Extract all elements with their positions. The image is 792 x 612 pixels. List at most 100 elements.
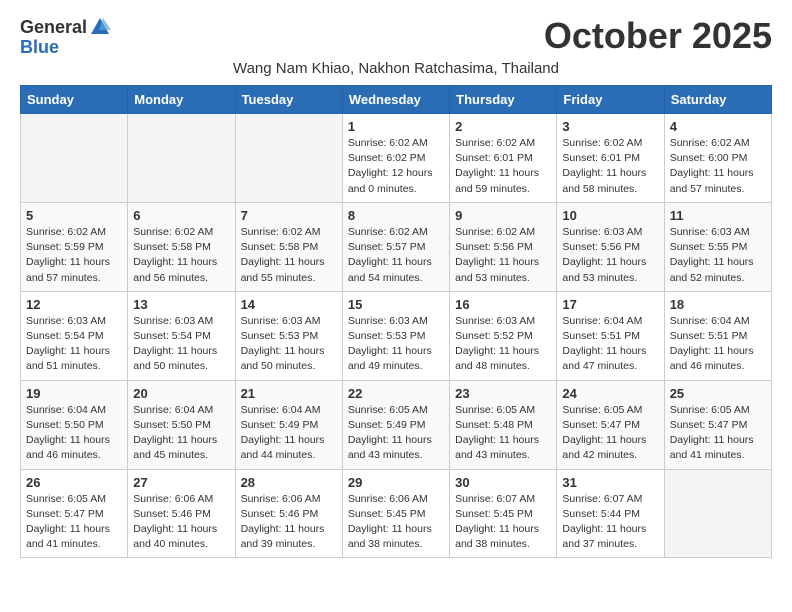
calendar-cell: [21, 114, 128, 203]
calendar-cell: 3 Sunrise: 6:02 AMSunset: 6:01 PMDaylight…: [557, 114, 664, 203]
logo-icon: [89, 16, 111, 38]
day-number: 18: [670, 297, 766, 312]
weekday-header-sunday: Sunday: [21, 86, 128, 114]
calendar-cell: 17 Sunrise: 6:04 AMSunset: 5:51 PMDayligh…: [557, 291, 664, 380]
weekday-header-thursday: Thursday: [450, 86, 557, 114]
day-number: 17: [562, 297, 658, 312]
day-info: Sunrise: 6:04 AMSunset: 5:51 PMDaylight:…: [562, 314, 658, 375]
day-info: Sunrise: 6:04 AMSunset: 5:50 PMDaylight:…: [26, 403, 122, 464]
day-info: Sunrise: 6:05 AMSunset: 5:48 PMDaylight:…: [455, 403, 551, 464]
day-number: 23: [455, 386, 551, 401]
calendar-cell: 14 Sunrise: 6:03 AMSunset: 5:53 PMDayligh…: [235, 291, 342, 380]
day-info: Sunrise: 6:02 AMSunset: 6:01 PMDaylight:…: [455, 136, 551, 197]
calendar-week-row: 19 Sunrise: 6:04 AMSunset: 5:50 PMDayligh…: [21, 380, 772, 469]
month-title: October 2025: [544, 16, 772, 56]
day-info: Sunrise: 6:03 AMSunset: 5:52 PMDaylight:…: [455, 314, 551, 375]
day-number: 6: [133, 208, 229, 223]
day-info: Sunrise: 6:02 AMSunset: 5:58 PMDaylight:…: [133, 225, 229, 286]
day-number: 28: [241, 475, 337, 490]
calendar-cell: 30Sunrise: 6:07 AMSunset: 5:45 PMDayligh…: [450, 469, 557, 558]
day-info: Sunrise: 6:03 AMSunset: 5:53 PMDaylight:…: [241, 314, 337, 375]
day-info: Sunrise: 6:06 AMSunset: 5:45 PMDaylight:…: [348, 492, 444, 553]
day-number: 21: [241, 386, 337, 401]
day-info: Sunrise: 6:06 AMSunset: 5:46 PMDaylight:…: [241, 492, 337, 553]
day-number: 27: [133, 475, 229, 490]
day-number: 3: [562, 119, 658, 134]
day-info: Sunrise: 6:07 AMSunset: 5:45 PMDaylight:…: [455, 492, 551, 553]
calendar-cell: 8Sunrise: 6:02 AMSunset: 5:57 PMDaylight…: [342, 202, 449, 291]
weekday-header-wednesday: Wednesday: [342, 86, 449, 114]
day-info: Sunrise: 6:04 AMSunset: 5:49 PMDaylight:…: [241, 403, 337, 464]
day-number: 20: [133, 386, 229, 401]
calendar-cell: 12Sunrise: 6:03 AMSunset: 5:54 PMDayligh…: [21, 291, 128, 380]
calendar-cell: 27Sunrise: 6:06 AMSunset: 5:46 PMDayligh…: [128, 469, 235, 558]
day-number: 2: [455, 119, 551, 134]
day-info: Sunrise: 6:04 AMSunset: 5:50 PMDaylight:…: [133, 403, 229, 464]
calendar-week-row: 1 Sunrise: 6:02 AMSunset: 6:02 PMDaylight…: [21, 114, 772, 203]
calendar-cell: 1 Sunrise: 6:02 AMSunset: 6:02 PMDaylight…: [342, 114, 449, 203]
calendar-cell: 28 Sunrise: 6:06 AMSunset: 5:46 PMDayligh…: [235, 469, 342, 558]
day-number: 15: [348, 297, 444, 312]
calendar-table: SundayMondayTuesdayWednesdayThursdayFrid…: [20, 85, 772, 558]
day-number: 31: [562, 475, 658, 490]
day-number: 14: [241, 297, 337, 312]
day-info: Sunrise: 6:02 AMSunset: 6:02 PMDaylight:…: [348, 136, 444, 197]
calendar-week-row: 12Sunrise: 6:03 AMSunset: 5:54 PMDayligh…: [21, 291, 772, 380]
calendar-cell: 7 Sunrise: 6:02 AMSunset: 5:58 PMDaylight…: [235, 202, 342, 291]
day-number: 16: [455, 297, 551, 312]
day-number: 10: [562, 208, 658, 223]
day-info: Sunrise: 6:04 AMSunset: 5:51 PMDaylight:…: [670, 314, 766, 375]
day-number: 9: [455, 208, 551, 223]
day-number: 11: [670, 208, 766, 223]
day-number: 7: [241, 208, 337, 223]
day-info: Sunrise: 6:05 AMSunset: 5:47 PMDaylight:…: [670, 403, 766, 464]
day-info: Sunrise: 6:05 AMSunset: 5:47 PMDaylight:…: [26, 492, 122, 553]
weekday-header-monday: Monday: [128, 86, 235, 114]
calendar-cell: 15 Sunrise: 6:03 AMSunset: 5:53 PMDayligh…: [342, 291, 449, 380]
logo: General Blue: [20, 16, 111, 56]
calendar-week-row: 26 Sunrise: 6:05 AMSunset: 5:47 PMDayligh…: [21, 469, 772, 558]
calendar-cell: 21 Sunrise: 6:04 AMSunset: 5:49 PMDayligh…: [235, 380, 342, 469]
calendar-cell: 4Sunrise: 6:02 AMSunset: 6:00 PMDaylight…: [664, 114, 771, 203]
logo-blue: Blue: [20, 38, 59, 56]
day-number: 24: [562, 386, 658, 401]
calendar-cell: 23 Sunrise: 6:05 AMSunset: 5:48 PMDayligh…: [450, 380, 557, 469]
weekday-header-tuesday: Tuesday: [235, 86, 342, 114]
calendar-cell: 13Sunrise: 6:03 AMSunset: 5:54 PMDayligh…: [128, 291, 235, 380]
calendar-cell: 16 Sunrise: 6:03 AMSunset: 5:52 PMDayligh…: [450, 291, 557, 380]
day-number: 22: [348, 386, 444, 401]
day-info: Sunrise: 6:02 AMSunset: 5:58 PMDaylight:…: [241, 225, 337, 286]
day-info: Sunrise: 6:05 AMSunset: 5:47 PMDaylight:…: [562, 403, 658, 464]
calendar-cell: 9 Sunrise: 6:02 AMSunset: 5:56 PMDaylight…: [450, 202, 557, 291]
calendar-cell: 26 Sunrise: 6:05 AMSunset: 5:47 PMDayligh…: [21, 469, 128, 558]
calendar-cell: 18 Sunrise: 6:04 AMSunset: 5:51 PMDayligh…: [664, 291, 771, 380]
day-info: Sunrise: 6:03 AMSunset: 5:55 PMDaylight:…: [670, 225, 766, 286]
calendar-cell: 22 Sunrise: 6:05 AMSunset: 5:49 PMDayligh…: [342, 380, 449, 469]
calendar-cell: 29 Sunrise: 6:06 AMSunset: 5:45 PMDayligh…: [342, 469, 449, 558]
day-info: Sunrise: 6:02 AMSunset: 6:00 PMDaylight:…: [670, 136, 766, 197]
day-info: Sunrise: 6:03 AMSunset: 5:53 PMDaylight:…: [348, 314, 444, 375]
day-info: Sunrise: 6:03 AMSunset: 5:56 PMDaylight:…: [562, 225, 658, 286]
calendar-cell: 6 Sunrise: 6:02 AMSunset: 5:58 PMDaylight…: [128, 202, 235, 291]
weekday-header-friday: Friday: [557, 86, 664, 114]
day-info: Sunrise: 6:02 AMSunset: 5:59 PMDaylight:…: [26, 225, 122, 286]
day-info: Sunrise: 6:02 AMSunset: 6:01 PMDaylight:…: [562, 136, 658, 197]
day-number: 19: [26, 386, 122, 401]
day-info: Sunrise: 6:02 AMSunset: 5:56 PMDaylight:…: [455, 225, 551, 286]
page-header: General Blue October 2025: [20, 16, 772, 56]
calendar-cell: 31Sunrise: 6:07 AMSunset: 5:44 PMDayligh…: [557, 469, 664, 558]
calendar-cell: 24 Sunrise: 6:05 AMSunset: 5:47 PMDayligh…: [557, 380, 664, 469]
day-number: 26: [26, 475, 122, 490]
day-info: Sunrise: 6:05 AMSunset: 5:49 PMDaylight:…: [348, 403, 444, 464]
day-info: Sunrise: 6:03 AMSunset: 5:54 PMDaylight:…: [133, 314, 229, 375]
calendar-cell: 10 Sunrise: 6:03 AMSunset: 5:56 PMDayligh…: [557, 202, 664, 291]
day-number: 29: [348, 475, 444, 490]
location-subtitle: Wang Nam Khiao, Nakhon Ratchasima, Thail…: [20, 60, 772, 77]
calendar-cell: 20 Sunrise: 6:04 AMSunset: 5:50 PMDayligh…: [128, 380, 235, 469]
calendar-cell: [128, 114, 235, 203]
calendar-cell: 25Sunrise: 6:05 AMSunset: 5:47 PMDayligh…: [664, 380, 771, 469]
logo-general: General: [20, 18, 87, 36]
day-info: Sunrise: 6:02 AMSunset: 5:57 PMDaylight:…: [348, 225, 444, 286]
calendar-cell: 2 Sunrise: 6:02 AMSunset: 6:01 PMDaylight…: [450, 114, 557, 203]
day-number: 1: [348, 119, 444, 134]
